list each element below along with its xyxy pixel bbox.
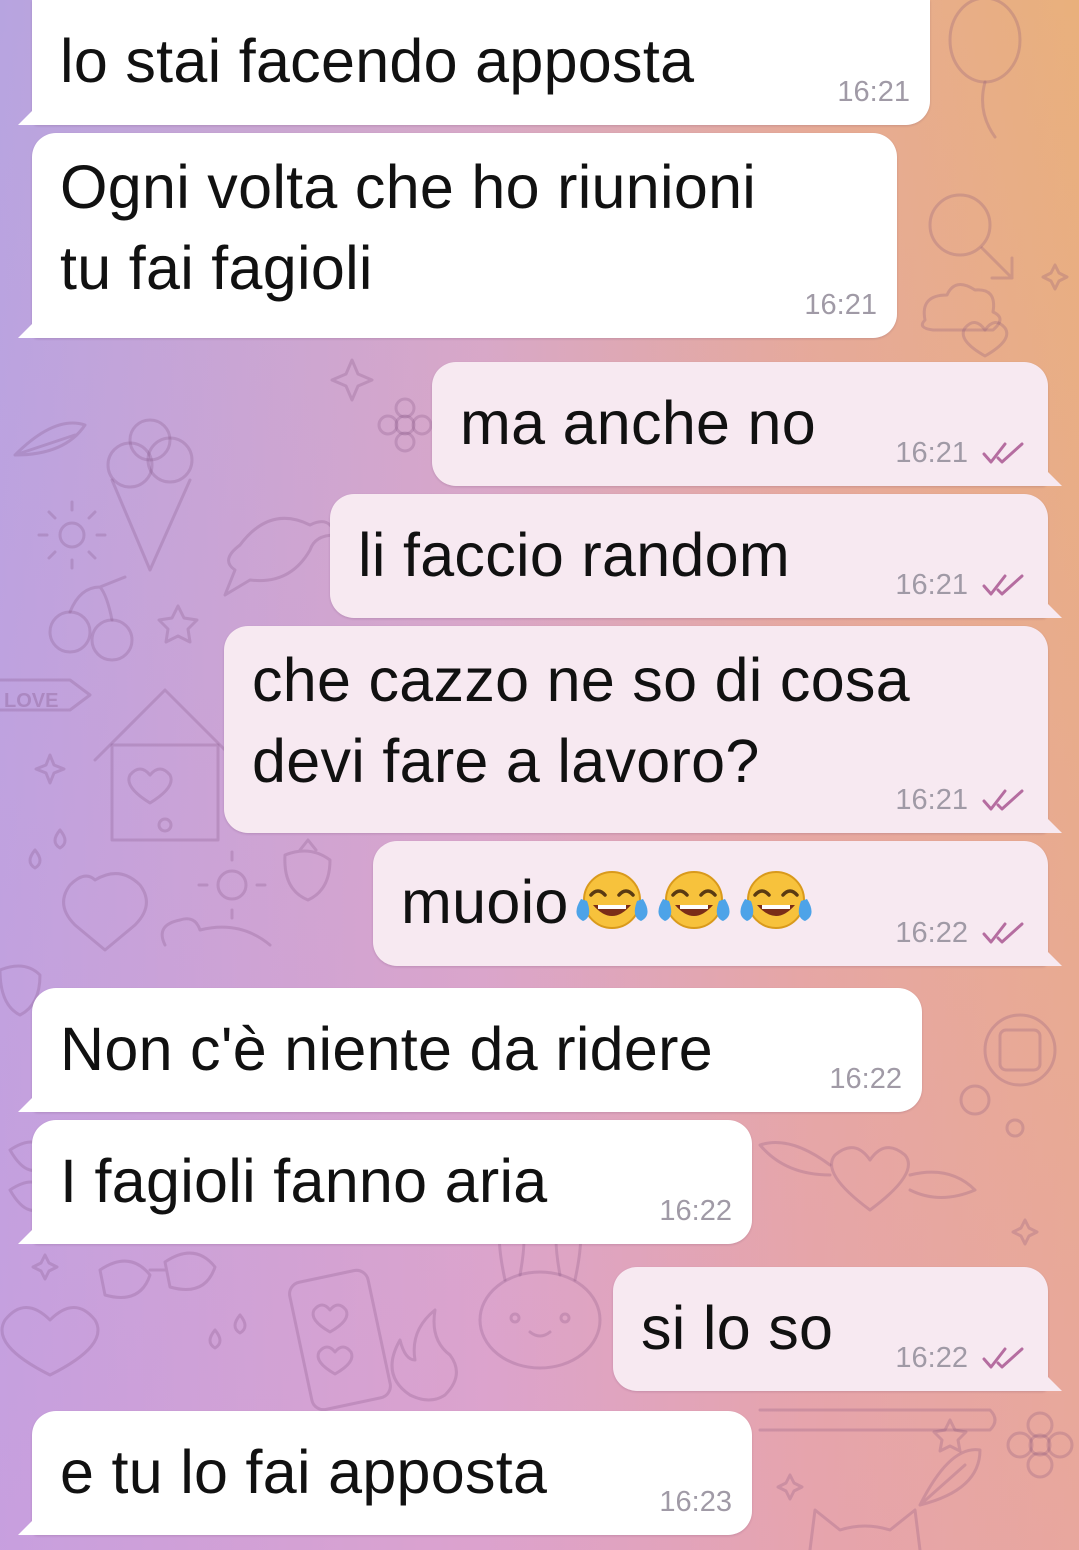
lace-heart-doodle-icon [0, 1306, 100, 1377]
read-receipt-double-check-icon [982, 789, 1024, 811]
incoming-message[interactable]: lo stai facendo apposta 16:21 [32, 0, 930, 125]
message-text: e tu lo fai apposta [60, 1438, 548, 1506]
water-drops-doodle-icon [28, 828, 67, 870]
love-banner-label: LOVE [4, 690, 58, 712]
water-drops-doodle-icon [208, 1313, 247, 1350]
message-text: che cazzo ne so di cosa devi fare a lavo… [252, 646, 910, 795]
sunglasses-doodle-icon [98, 1251, 217, 1299]
feather-doodle-icon [918, 1448, 982, 1507]
incoming-message[interactable]: Ogni volta che ho riunioni tu fai fagiol… [32, 133, 897, 338]
message-timestamp: 16:22 [895, 917, 968, 949]
cat-doodle-icon [808, 1508, 922, 1550]
read-receipt-double-check-icon [982, 442, 1024, 464]
message-timestamp: 16:22 [895, 1342, 968, 1374]
message-timestamp: 16:21 [804, 289, 877, 321]
outgoing-message[interactable]: che cazzo ne so di cosa devi fare a lavo… [224, 626, 1048, 833]
message-timestamp: 16:21 [895, 437, 968, 469]
phone-doodle-icon [288, 1268, 392, 1412]
message-timestamp: 16:23 [659, 1486, 732, 1518]
incoming-message[interactable]: e tu lo fai apposta 16:23 [32, 1411, 752, 1535]
birdhouse-doodle-icon [93, 688, 237, 842]
face-with-tears-of-joy-icon [740, 871, 812, 929]
sun-doodle-icon [197, 850, 267, 920]
sparkle-doodle-icon [31, 1253, 59, 1281]
outgoing-message[interactable]: ma anche no 16:21 [432, 362, 1048, 486]
message-text: Non c'è niente da ridere [60, 1015, 713, 1083]
sparkle-doodle-icon [932, 1418, 968, 1453]
sparkle-doodle-icon [1041, 263, 1069, 291]
message-timestamp: 16:21 [895, 784, 968, 816]
outgoing-message[interactable]: si lo so 16:22 [613, 1267, 1048, 1391]
message-text-body: muoio [401, 868, 569, 936]
sun-doodle-icon [37, 500, 107, 570]
strawberry-doodle-icon [283, 838, 332, 902]
winged-heart-doodle-icon [758, 1141, 977, 1212]
outgoing-message[interactable]: muoio 16:22 [373, 841, 1048, 966]
read-receipt-double-check-icon [982, 922, 1024, 944]
sparkle-doodle-icon [330, 358, 374, 402]
male-symbol-doodle-icon [928, 193, 1014, 280]
sparkle-doodle-icon [34, 753, 66, 785]
flame-doodle-icon [390, 1308, 458, 1402]
cherries-doodle-icon [48, 575, 134, 662]
bubble-doodle-icon [959, 1084, 991, 1116]
message-timestamp: 16:21 [837, 76, 910, 108]
face-with-tears-of-joy-icon [658, 871, 730, 929]
incoming-message[interactable]: Non c'è niente da ridere 16:22 [32, 988, 922, 1112]
ice-cream-doodle-icon [106, 418, 194, 572]
love-banner-doodle: LOVE [0, 678, 92, 712]
read-receipt-double-check-icon [982, 574, 1024, 596]
flower-doodle-icon [377, 397, 433, 453]
bear-doodle-icon [160, 917, 272, 947]
flower-doodle-icon [1006, 1411, 1074, 1479]
message-text: I fagioli fanno aria [60, 1147, 548, 1215]
biscuit-doodle-icon [983, 1013, 1057, 1087]
heart-badge-doodle-icon [62, 872, 148, 952]
message-text: lo stai facendo apposta [60, 27, 695, 95]
star-doodle-icon [157, 604, 199, 644]
sparkle-doodle-icon [776, 1473, 804, 1501]
message-timestamp: 16:22 [829, 1063, 902, 1095]
balloon-doodle-icon [948, 0, 1022, 139]
outgoing-message[interactable]: li faccio random 16:21 [330, 494, 1048, 618]
message-timestamp: 16:22 [659, 1195, 732, 1227]
sparkle-doodle-icon [1011, 1218, 1039, 1246]
heart-doodle-icon [961, 321, 1009, 358]
cloud-doodle-icon [920, 283, 1002, 332]
feather-doodle-icon [13, 421, 87, 457]
bubble-doodle-icon [1005, 1118, 1025, 1138]
message-text: Ogni volta che ho riunioni tu fai fagiol… [60, 153, 757, 302]
face-with-tears-of-joy-icon [576, 871, 648, 929]
cake-doodle-icon [758, 1408, 997, 1432]
dove-doodle-icon [223, 516, 337, 597]
read-receipt-double-check-icon [982, 1347, 1024, 1369]
message-timestamp: 16:21 [895, 569, 968, 601]
incoming-message[interactable]: I fagioli fanno aria 16:22 [32, 1120, 752, 1244]
